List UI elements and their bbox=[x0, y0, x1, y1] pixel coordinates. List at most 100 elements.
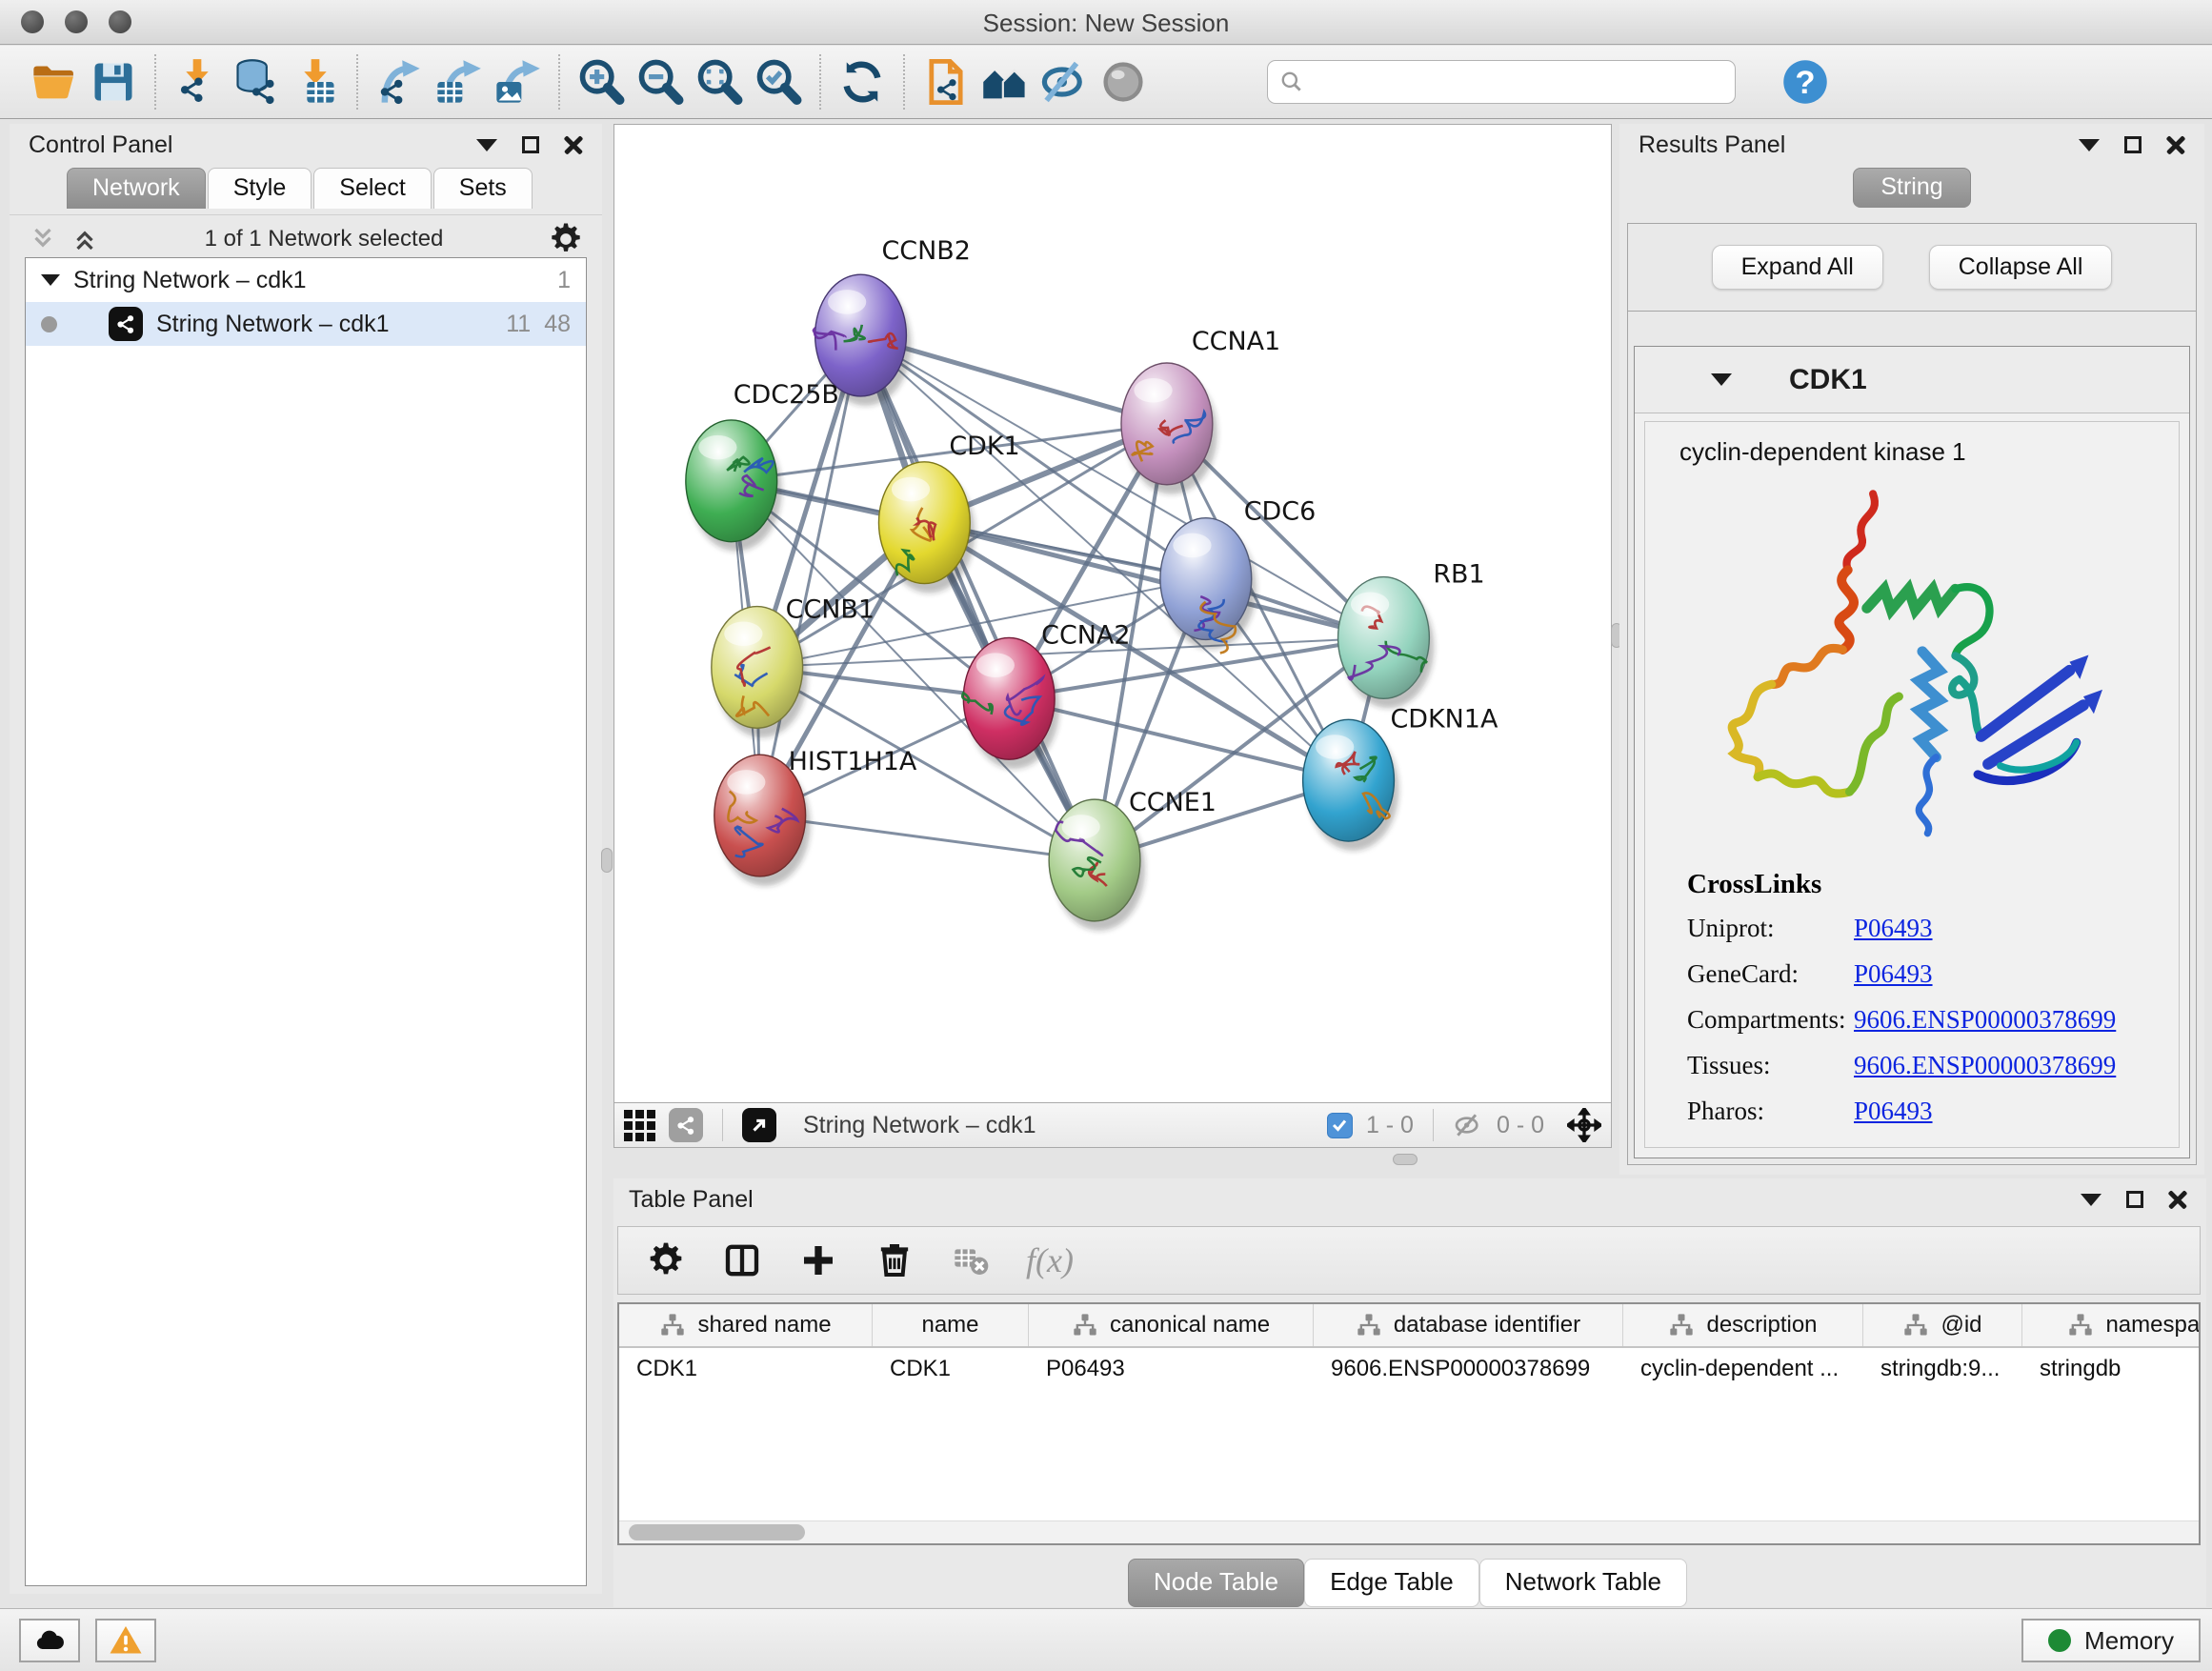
entry-expander-icon[interactable] bbox=[1711, 373, 1732, 386]
column-header-description[interactable]: description bbox=[1623, 1304, 1863, 1346]
scrollbar-thumb[interactable] bbox=[629, 1524, 805, 1540]
network-edge[interactable] bbox=[861, 335, 1096, 860]
tab-network[interactable]: Network bbox=[67, 168, 206, 209]
network-node-rb1[interactable]: RB1 bbox=[1338, 560, 1485, 709]
import-network-file-icon[interactable] bbox=[168, 52, 227, 111]
table-cell[interactable]: cyclin-dependent ... bbox=[1623, 1348, 1863, 1390]
float-panel-icon[interactable] bbox=[522, 136, 539, 153]
grid-view-icon[interactable] bbox=[624, 1110, 655, 1141]
crosslink-link[interactable]: 9606.ENSP00000378699 bbox=[1854, 1051, 2116, 1080]
network-options-gear-icon[interactable] bbox=[549, 222, 583, 256]
network-collection-row[interactable]: String Network – cdk1 1 bbox=[26, 258, 586, 302]
table-cell[interactable]: 9606.ENSP00000378699 bbox=[1314, 1348, 1623, 1390]
column-header-database-identifier[interactable]: database identifier bbox=[1314, 1304, 1623, 1346]
table-toolbar: f(x) bbox=[617, 1226, 2201, 1295]
string-view-icon[interactable] bbox=[669, 1108, 703, 1142]
zoom-fit-icon[interactable] bbox=[690, 52, 749, 111]
help-icon[interactable]: ? bbox=[1776, 52, 1835, 111]
table-cell[interactable]: CDK1 bbox=[619, 1348, 873, 1390]
selected-checkbox-icon[interactable] bbox=[1327, 1113, 1353, 1138]
panel-menu-icon[interactable] bbox=[2079, 139, 2100, 151]
node-label: CCNB1 bbox=[786, 594, 875, 624]
column-header-canonical-name[interactable]: canonical name bbox=[1029, 1304, 1314, 1346]
save-session-icon[interactable] bbox=[84, 52, 143, 111]
network-node-cdkn1a[interactable]: CDKN1A bbox=[1303, 704, 1498, 851]
open-session-icon[interactable] bbox=[25, 52, 84, 111]
close-panel-icon[interactable] bbox=[2168, 1190, 2187, 1209]
memory-button[interactable]: Memory bbox=[2021, 1619, 2201, 1662]
entry-header[interactable]: CDK1 bbox=[1635, 347, 2189, 413]
tab-select[interactable]: Select bbox=[313, 168, 431, 209]
import-table-icon[interactable] bbox=[286, 52, 345, 111]
search-input[interactable] bbox=[1312, 69, 1723, 95]
column-header--id[interactable]: @id bbox=[1863, 1304, 2022, 1346]
node-table[interactable]: shared namenamecanonical namedatabase id… bbox=[617, 1302, 2201, 1545]
table-cell[interactable]: stringdb bbox=[2022, 1348, 2201, 1390]
network-node-cdc6[interactable]: CDC6 bbox=[1160, 497, 1316, 654]
network-node-ccne1[interactable]: CCNE1 bbox=[1049, 788, 1217, 931]
network-canvas[interactable]: CCNB2CCNA1CDC25BCDK1CDC6RB1CCNB1CCNA2CDK… bbox=[613, 124, 1612, 1102]
table-cell[interactable]: CDK1 bbox=[873, 1348, 1029, 1390]
collection-count: 1 bbox=[557, 267, 571, 294]
tab-sets[interactable]: Sets bbox=[433, 168, 533, 209]
refresh-icon[interactable] bbox=[833, 52, 892, 111]
application-window: Session: New Session bbox=[0, 0, 2212, 1671]
expand-all-button[interactable]: Expand All bbox=[1712, 245, 1883, 290]
network-node-cdc25b[interactable]: CDC25B bbox=[686, 380, 839, 552]
tab-string[interactable]: String bbox=[1853, 168, 1970, 208]
cloud-button[interactable] bbox=[19, 1619, 80, 1662]
table-cell[interactable]: P06493 bbox=[1029, 1348, 1314, 1390]
column-header-namespace[interactable]: namespace bbox=[2022, 1304, 2201, 1346]
float-panel-icon[interactable] bbox=[2126, 1191, 2143, 1208]
panel-menu-icon[interactable] bbox=[476, 139, 497, 151]
svg-text:?: ? bbox=[1795, 65, 1815, 101]
crosslink-link[interactable]: P06493 bbox=[1854, 959, 1933, 989]
birds-eye-view-icon[interactable] bbox=[742, 1108, 776, 1142]
collapse-all-icon[interactable] bbox=[29, 225, 57, 253]
crosslink-link[interactable]: 9606.ENSP00000378699 bbox=[1854, 1005, 2116, 1035]
network-row[interactable]: String Network – cdk1 11 48 bbox=[26, 302, 586, 346]
network-node-hist1h1a[interactable]: HIST1H1A bbox=[714, 747, 917, 886]
network-node-ccnb1[interactable]: CCNB1 bbox=[712, 594, 875, 737]
column-header-shared-name[interactable]: shared name bbox=[619, 1304, 873, 1346]
tab-node-table[interactable]: Node Table bbox=[1128, 1559, 1304, 1607]
table-options-gear-icon[interactable] bbox=[645, 1239, 687, 1281]
crosslink-link[interactable]: P06493 bbox=[1854, 1097, 1933, 1126]
zoom-out-icon[interactable] bbox=[631, 52, 690, 111]
expand-all-icon[interactable] bbox=[70, 225, 99, 253]
create-column-icon[interactable] bbox=[797, 1239, 839, 1281]
pan-crosshair-icon[interactable] bbox=[1567, 1108, 1601, 1142]
zoom-in-icon[interactable] bbox=[572, 52, 631, 111]
collection-expander-icon[interactable] bbox=[41, 274, 60, 286]
network-node-ccna1[interactable]: CCNA1 bbox=[1121, 327, 1280, 494]
export-table-icon[interactable] bbox=[429, 52, 488, 111]
horizontal-splitter-handle[interactable] bbox=[1393, 1154, 1418, 1165]
zoom-selected-icon[interactable] bbox=[749, 52, 808, 111]
export-image-icon[interactable] bbox=[488, 52, 547, 111]
houses-icon[interactable] bbox=[975, 52, 1035, 111]
tab-edge-table[interactable]: Edge Table bbox=[1304, 1559, 1479, 1607]
table-row[interactable]: CDK1CDK1P064939606.ENSP00000378699cyclin… bbox=[619, 1348, 2199, 1390]
document-network-icon[interactable] bbox=[916, 52, 975, 111]
hide-graphics-eye-icon[interactable] bbox=[1035, 52, 1094, 111]
panel-menu-icon[interactable] bbox=[2081, 1194, 2101, 1206]
crosslink-link[interactable]: P06493 bbox=[1854, 914, 1933, 943]
import-network-database-icon[interactable] bbox=[227, 52, 286, 111]
network-graph[interactable]: CCNB2CCNA1CDC25BCDK1CDC6RB1CCNB1CCNA2CDK… bbox=[614, 125, 1611, 1102]
tab-network-table[interactable]: Network Table bbox=[1479, 1559, 1687, 1607]
delete-column-icon[interactable] bbox=[874, 1239, 915, 1281]
column-header-name[interactable]: name bbox=[873, 1304, 1029, 1346]
table-cell[interactable]: stringdb:9... bbox=[1863, 1348, 2022, 1390]
left-splitter-handle[interactable] bbox=[601, 848, 613, 873]
tab-style[interactable]: Style bbox=[208, 168, 312, 209]
close-panel-icon[interactable] bbox=[2166, 135, 2185, 154]
hidden-eye-icon bbox=[1453, 1110, 1483, 1140]
warning-button[interactable] bbox=[95, 1619, 156, 1662]
float-panel-icon[interactable] bbox=[2124, 136, 2142, 153]
close-panel-icon[interactable] bbox=[564, 135, 583, 154]
table-horizontal-scrollbar[interactable] bbox=[619, 1520, 2199, 1543]
show-columns-icon[interactable] bbox=[721, 1239, 763, 1281]
search-field[interactable] bbox=[1267, 60, 1736, 104]
collapse-all-button[interactable]: Collapse All bbox=[1929, 245, 2113, 290]
export-network-icon[interactable] bbox=[370, 52, 429, 111]
